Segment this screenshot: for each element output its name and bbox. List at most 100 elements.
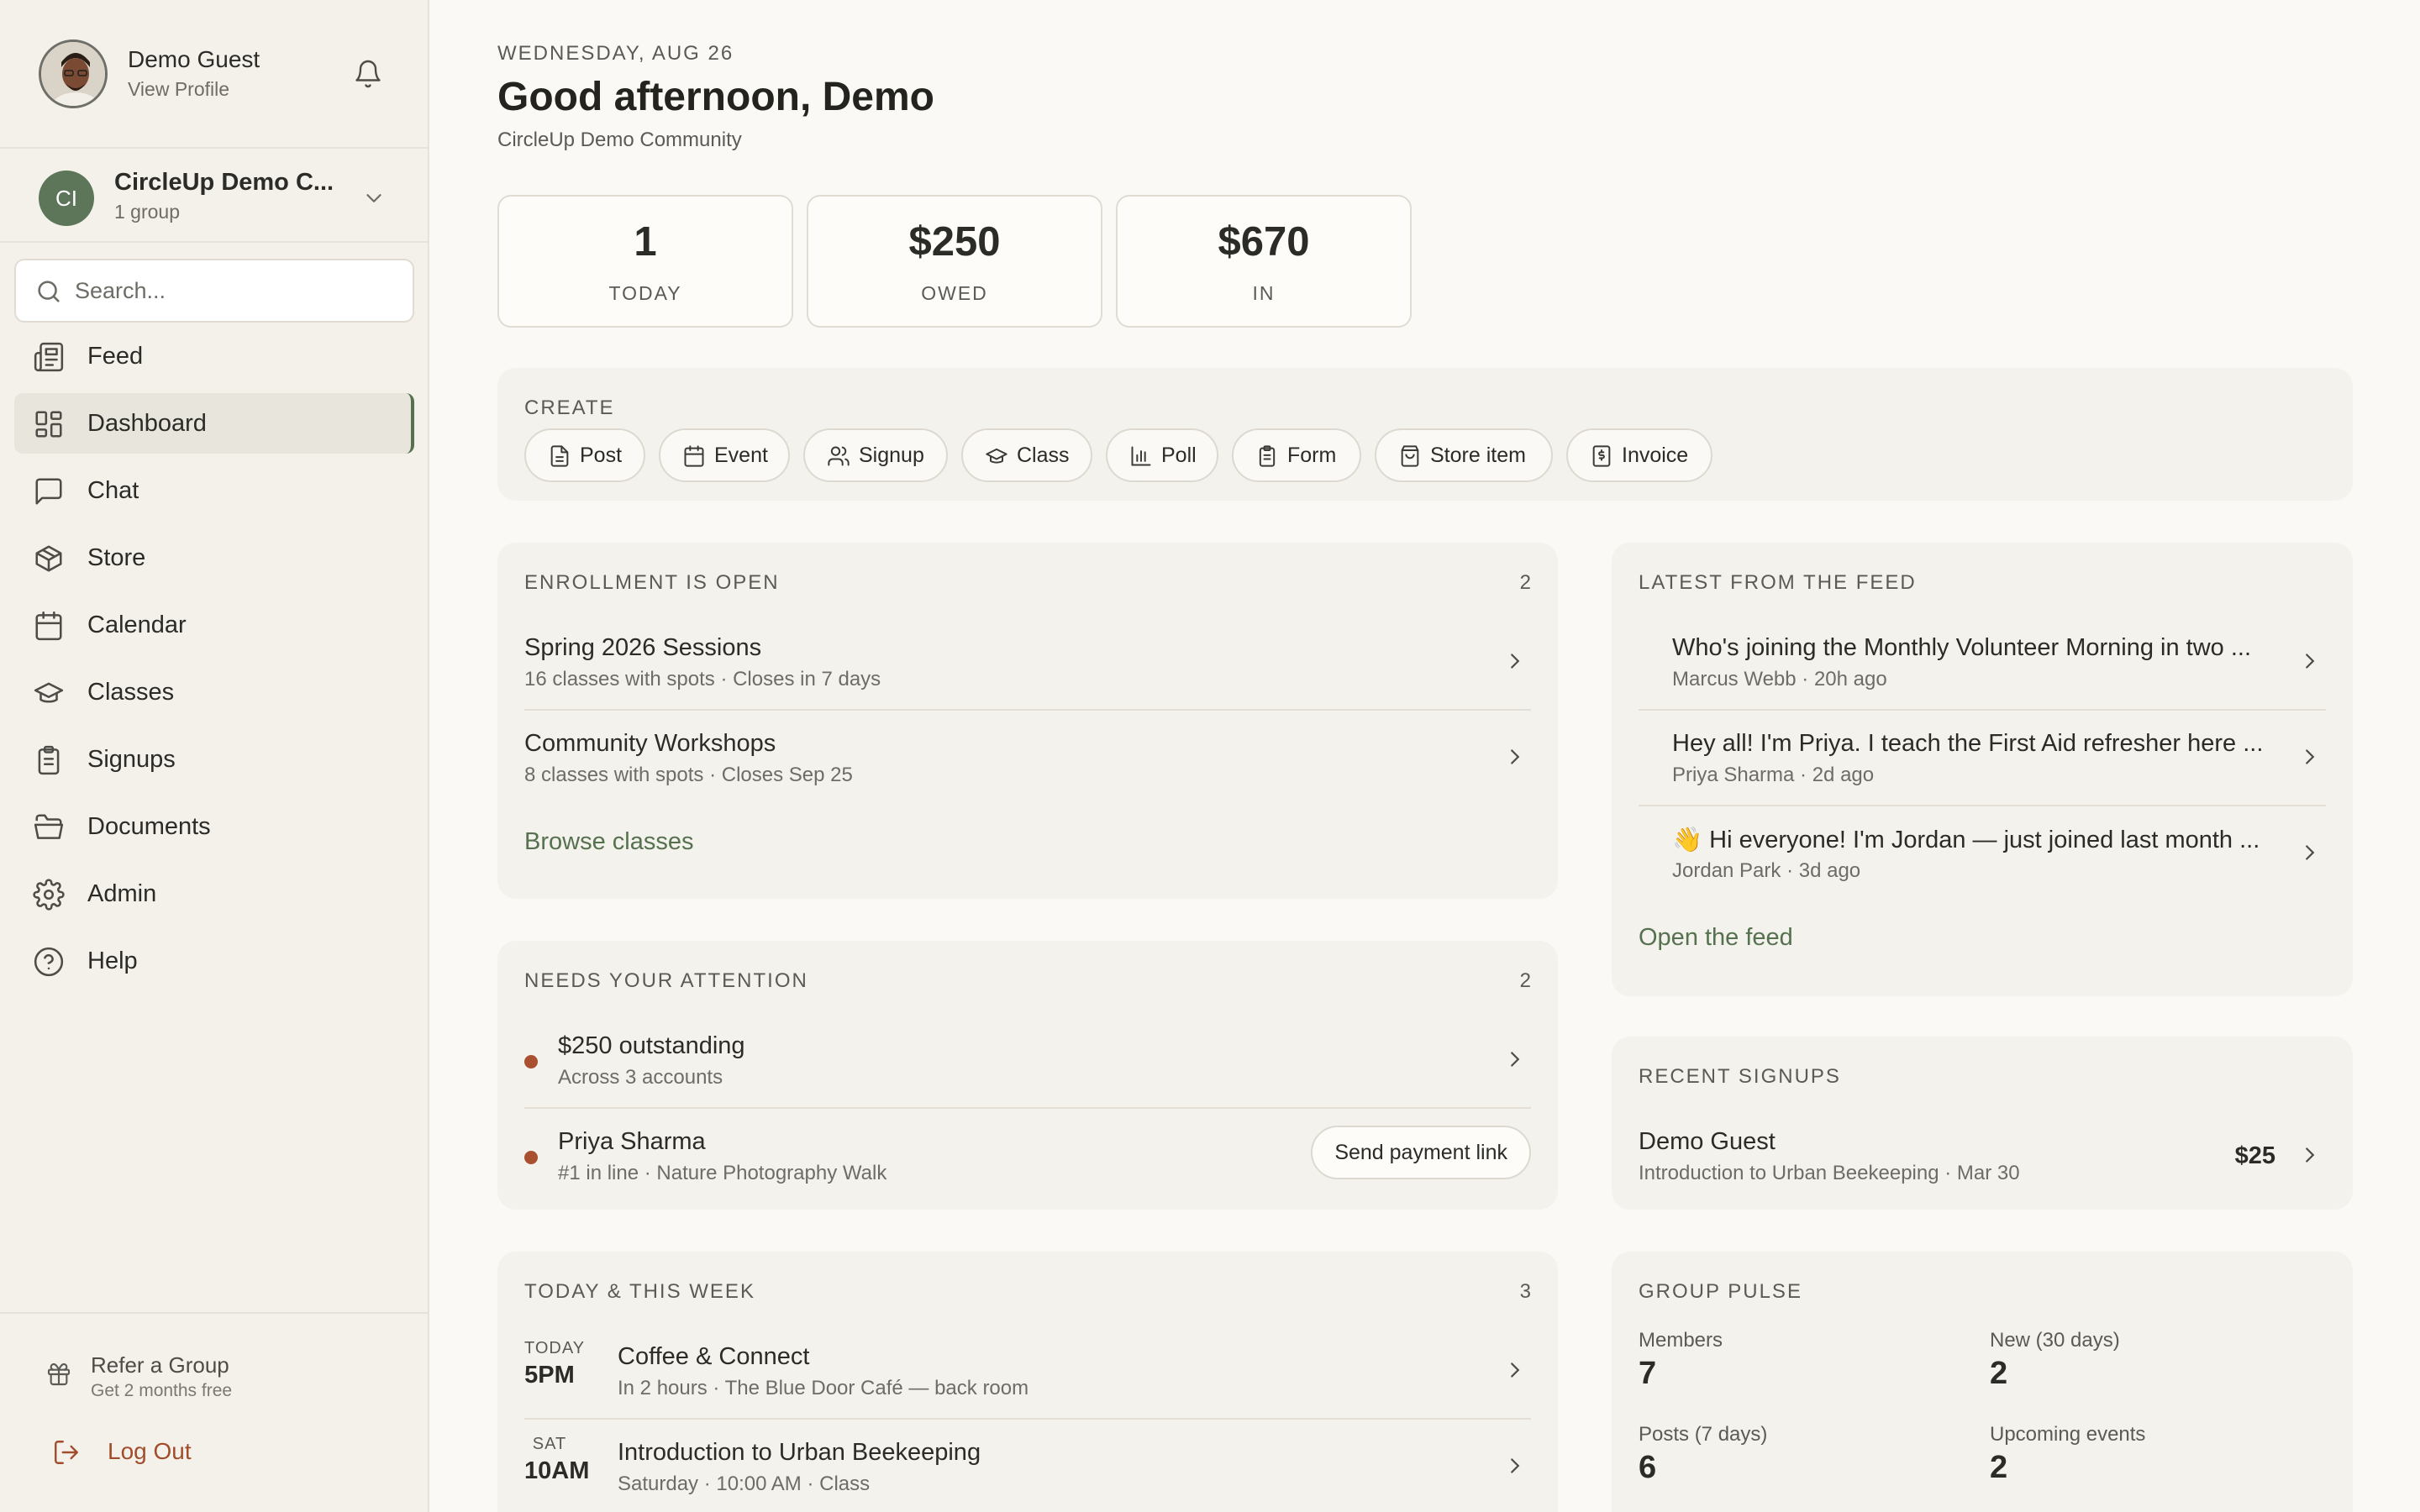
- grid-icon: [33, 408, 65, 440]
- nav-item-signups[interactable]: Signups: [14, 729, 414, 790]
- nav-label: Signups: [87, 745, 176, 773]
- create-invoice-label: Invoice: [1622, 444, 1689, 467]
- event-title: Introduction to Urban Beekeeping: [618, 1439, 981, 1466]
- create-store-item-button[interactable]: Store item: [1375, 428, 1553, 482]
- pulse-metric-value: 7: [1639, 1356, 1657, 1391]
- feed-item-subtitle: Jordan Park · 3d ago: [1672, 859, 1861, 882]
- create-invoice-button[interactable]: Invoice: [1566, 428, 1712, 482]
- pulse-metric-value: 2: [1990, 1356, 2008, 1391]
- attention-item-subtitle: #1 in line · Nature Photography Walk: [558, 1162, 887, 1184]
- clipboard-icon: [1255, 444, 1279, 468]
- nav-label: Help: [87, 947, 138, 974]
- create-panel: CREATE Post Event Signup Class Poll Form…: [497, 368, 2353, 501]
- nav-label: Dashboard: [87, 409, 207, 437]
- nav-item-admin[interactable]: Admin: [14, 864, 414, 924]
- refer-title: Refer a Group: [91, 1352, 229, 1378]
- list-item[interactable]: SAT 10AM Introduction to Urban Beekeepin…: [524, 1420, 1531, 1512]
- signup-item-title: Demo Guest: [1639, 1128, 1776, 1155]
- attention-count: 2: [1519, 969, 1531, 992]
- nav-label: Documents: [87, 812, 211, 840]
- feed-item-subtitle: Marcus Webb · 20h ago: [1672, 668, 1887, 690]
- bell-icon[interactable]: [353, 59, 383, 89]
- avatar[interactable]: [39, 39, 108, 108]
- sidebar-footer: Refer a Group Get 2 months free Log Out: [0, 1312, 428, 1512]
- create-form-label: Form: [1287, 444, 1337, 467]
- list-item[interactable]: 👋 Hi everyone! I'm Jordan — just joined …: [1639, 806, 2326, 902]
- clipboard-icon: [33, 744, 65, 776]
- nav-item-help[interactable]: Help: [14, 931, 414, 991]
- search-input[interactable]: [75, 260, 402, 321]
- folder-icon: [33, 811, 65, 843]
- nav-label: Calendar: [87, 611, 187, 638]
- week-title: TODAY & THIS WEEK: [524, 1280, 755, 1303]
- group-avatar: CI: [39, 171, 94, 226]
- gift-icon: [45, 1361, 72, 1388]
- view-profile-link[interactable]: View Profile: [128, 78, 229, 101]
- create-class-button[interactable]: Class: [961, 428, 1092, 482]
- create-signup-button[interactable]: Signup: [803, 428, 948, 482]
- group-switcher[interactable]: CI CircleUp Demo C... 1 group: [0, 150, 428, 243]
- list-item[interactable]: Who's joining the Monthly Volunteer Morn…: [1639, 615, 2326, 711]
- create-store-item-label: Store item: [1430, 444, 1526, 467]
- attention-title: NEEDS YOUR ATTENTION: [524, 969, 808, 992]
- nav-item-calendar[interactable]: Calendar: [14, 595, 414, 655]
- feed-item-title: 👋 Hi everyone! I'm Jordan — just joined …: [1672, 827, 2260, 853]
- calendar-icon: [33, 610, 65, 642]
- create-poll-button[interactable]: Poll: [1106, 428, 1218, 482]
- nav-item-classes[interactable]: Classes: [14, 662, 414, 722]
- week-card: TODAY & THIS WEEK 3 TODAY 5PM Coffee & C…: [497, 1252, 1558, 1512]
- event-time: 5PM: [524, 1362, 575, 1389]
- attention-item-subtitle: Across 3 accounts: [558, 1066, 723, 1089]
- pulse-metric-label: Posts (7 days): [1639, 1423, 1768, 1446]
- status-dot: [524, 1151, 538, 1164]
- pulse-title: GROUP PULSE: [1639, 1280, 1802, 1303]
- list-item[interactable]: Priya Sharma #1 in line · Nature Photogr…: [524, 1109, 1531, 1205]
- nav-item-store[interactable]: Store: [14, 528, 414, 588]
- list-item[interactable]: Spring 2026 Sessions 16 classes with spo…: [524, 615, 1531, 711]
- create-event-label: Event: [714, 444, 768, 467]
- send-payment-link-button[interactable]: Send payment link: [1311, 1126, 1531, 1179]
- nav-item-feed[interactable]: Feed: [14, 326, 414, 386]
- stat-label: TODAY: [608, 282, 682, 304]
- invoice-icon: [1590, 444, 1613, 468]
- shopping-bag-icon: [1398, 444, 1422, 468]
- enrollment-title: ENROLLMENT IS OPEN: [524, 571, 780, 594]
- feed-title: LATEST FROM THE FEED: [1639, 571, 1917, 594]
- stat-card-owed[interactable]: $250 OWED: [807, 195, 1102, 328]
- sidebar-nav: Feed Dashboard Chat Store Calendar Class…: [14, 326, 414, 998]
- list-item[interactable]: TODAY 5PM Coffee & Connect In 2 hours · …: [524, 1324, 1531, 1420]
- nav-item-chat[interactable]: Chat: [14, 460, 414, 521]
- event-subtitle: Saturday · 10:00 AM · Class: [618, 1473, 871, 1495]
- list-item[interactable]: $250 outstanding Across 3 accounts: [524, 1013, 1531, 1109]
- chevron-right-icon: [2297, 744, 2323, 769]
- browse-classes-link[interactable]: Browse classes: [524, 828, 693, 856]
- enrollment-item-title: Spring 2026 Sessions: [524, 634, 762, 661]
- stat-card-today[interactable]: 1 TODAY: [497, 195, 793, 328]
- nav-item-dashboard[interactable]: Dashboard: [14, 393, 414, 454]
- nav-label: Admin: [87, 879, 157, 907]
- enrollment-item-subtitle: 16 classes with spots · Closes in 7 days: [524, 668, 881, 690]
- nav-label: Classes: [87, 678, 175, 706]
- attention-item-title: Priya Sharma: [558, 1128, 706, 1155]
- list-item[interactable]: Hey all! I'm Priya. I teach the First Ai…: [1639, 711, 2326, 806]
- list-item[interactable]: Demo Guest Introduction to Urban Beekeep…: [1639, 1109, 2326, 1205]
- event-time: 10AM: [524, 1457, 590, 1484]
- open-feed-link[interactable]: Open the feed: [1639, 924, 1793, 952]
- nav-item-documents[interactable]: Documents: [14, 796, 414, 857]
- create-form-button[interactable]: Form: [1232, 428, 1361, 482]
- attention-item-title: $250 outstanding: [558, 1032, 745, 1059]
- event-title: Coffee & Connect: [618, 1343, 810, 1370]
- search-box[interactable]: [14, 259, 414, 323]
- enrollment-item-subtitle: 8 classes with spots · Closes Sep 25: [524, 764, 853, 786]
- create-event-button[interactable]: Event: [659, 428, 790, 482]
- list-item[interactable]: Community Workshops 8 classes with spots…: [524, 711, 1531, 806]
- pulse-metric-label: New (30 days): [1990, 1329, 2120, 1352]
- chevron-right-icon: [1502, 1453, 1528, 1478]
- create-title: CREATE: [524, 396, 615, 419]
- profile-section[interactable]: Demo Guest View Profile: [0, 0, 428, 149]
- event-when: TODAY 5PM: [524, 1339, 584, 1389]
- stat-card-in[interactable]: $670 IN: [1116, 195, 1412, 328]
- create-post-button[interactable]: Post: [524, 428, 645, 482]
- current-date: WEDNESDAY, AUG 26: [497, 42, 734, 65]
- chevron-down-icon[interactable]: [361, 186, 387, 211]
